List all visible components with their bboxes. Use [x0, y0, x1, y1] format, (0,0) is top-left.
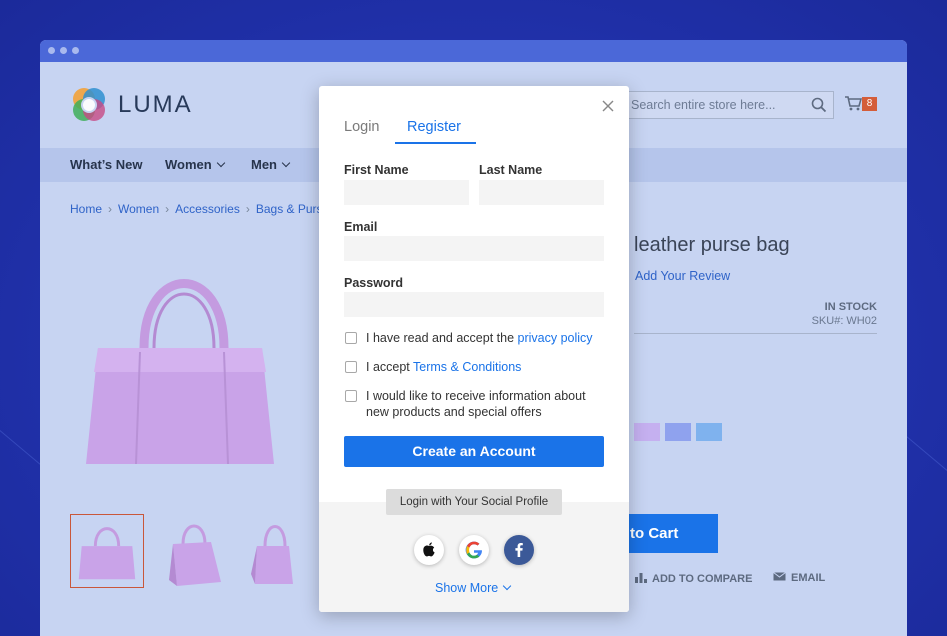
thumbnail[interactable]	[70, 514, 144, 588]
create-account-button[interactable]: Create an Account	[344, 436, 604, 467]
compare-icon	[635, 573, 647, 583]
chevron-right-icon: ›	[245, 202, 250, 216]
apple-login-button[interactable]	[414, 535, 444, 565]
register-modal: Login Register First Name Last Name Emai…	[319, 86, 629, 612]
search-placeholder: Search entire store here...	[631, 98, 776, 112]
password-label: Password	[344, 276, 404, 290]
nav-label: Women	[165, 157, 212, 172]
tab-login[interactable]: Login	[344, 119, 379, 135]
add-to-compare-link[interactable]: ADD TO COMPARE	[634, 572, 752, 585]
envelope-icon	[773, 572, 786, 581]
product-sku: SKU#: WH02	[811, 315, 877, 327]
window-dot	[48, 47, 55, 54]
breadcrumb-home[interactable]: Home	[70, 202, 102, 216]
first-name-field[interactable]	[344, 180, 469, 205]
terms-link[interactable]: Terms & Conditions	[413, 360, 521, 374]
color-swatch[interactable]	[634, 423, 660, 441]
close-icon[interactable]	[601, 99, 615, 113]
nav-item-men[interactable]: Men	[251, 157, 291, 172]
add-review-link[interactable]: Add Your Review	[635, 269, 730, 283]
email-link[interactable]: EMAIL	[773, 572, 825, 584]
email-label: EMAIL	[791, 572, 826, 584]
privacy-checkbox[interactable]	[345, 332, 357, 344]
chevron-down-icon	[502, 581, 512, 591]
thumbnail-image	[78, 527, 136, 580]
show-more-link[interactable]: Show More	[435, 581, 512, 595]
newsletter-checkbox[interactable]	[345, 390, 357, 402]
cart-icon[interactable]	[844, 95, 862, 111]
newsletter-text-line2: new products and special offers	[366, 405, 542, 419]
password-field[interactable]	[344, 292, 604, 317]
window-dot	[60, 47, 67, 54]
email-label: Email	[344, 220, 378, 234]
privacy-checkbox-label: I have read and accept the privacy polic…	[366, 330, 593, 346]
nav-label: Men	[251, 157, 277, 172]
first-name-label: First Name	[344, 163, 409, 177]
chevron-down-icon	[281, 158, 291, 168]
google-icon	[465, 541, 482, 559]
terms-checkbox-label: I accept Terms & Conditions	[366, 359, 521, 375]
cart-count-badge: 8	[862, 97, 877, 111]
window-dot	[72, 47, 79, 54]
chevron-right-icon: ›	[165, 202, 170, 216]
social-login-label: Login with Your Social Profile	[386, 489, 562, 515]
tab-register[interactable]: Register	[407, 119, 461, 135]
newsletter-checkbox-label: I would like to receive information abou…	[366, 388, 586, 420]
breadcrumb: Home › Women › Accessories › Bags & Purse	[70, 202, 329, 216]
thumbnail[interactable]	[155, 514, 229, 588]
email-field[interactable]	[344, 236, 604, 261]
google-login-button[interactable]	[459, 535, 489, 565]
last-name-field[interactable]	[479, 180, 604, 205]
thumbnail[interactable]	[235, 514, 309, 588]
chevron-down-icon	[216, 158, 225, 168]
add-to-cart-label: to Cart	[630, 525, 679, 542]
thumbnail-image	[251, 525, 293, 584]
privacy-text: I have read and accept the	[366, 331, 518, 345]
logo-text: LUMA	[118, 91, 193, 118]
color-swatch[interactable]	[665, 423, 691, 441]
terms-checkbox[interactable]	[345, 361, 357, 373]
newsletter-text-line1: I would like to receive information abou…	[366, 389, 586, 403]
nav-label: What’s New	[70, 157, 143, 172]
divider	[634, 333, 877, 334]
compare-label: ADD TO COMPARE	[652, 573, 753, 585]
chevron-right-icon: ›	[108, 202, 113, 216]
search-icon[interactable]	[811, 97, 827, 113]
facebook-icon	[515, 543, 523, 557]
apple-icon	[423, 542, 435, 557]
facebook-login-button[interactable]	[504, 535, 534, 565]
breadcrumb-women[interactable]: Women	[118, 202, 159, 216]
product-image	[86, 279, 274, 465]
breadcrumb-accessories[interactable]: Accessories	[175, 202, 240, 216]
privacy-policy-link[interactable]: privacy policy	[518, 331, 593, 345]
luma-logo-icon[interactable]	[70, 86, 108, 124]
browser-titlebar	[40, 40, 907, 62]
last-name-label: Last Name	[479, 163, 543, 177]
stock-status: IN STOCK	[824, 301, 877, 313]
terms-text: I accept	[366, 360, 414, 374]
show-more-label: Show More	[435, 581, 499, 595]
active-tab-indicator	[395, 142, 476, 144]
color-swatch[interactable]	[696, 423, 722, 441]
thumbnail-image	[169, 524, 221, 586]
product-title: leather purse bag	[634, 234, 790, 256]
nav-item-women[interactable]: Women	[165, 157, 225, 172]
search-input[interactable]: Search entire store here...	[622, 91, 834, 119]
nav-item-whats-new[interactable]: What’s New	[70, 157, 142, 172]
